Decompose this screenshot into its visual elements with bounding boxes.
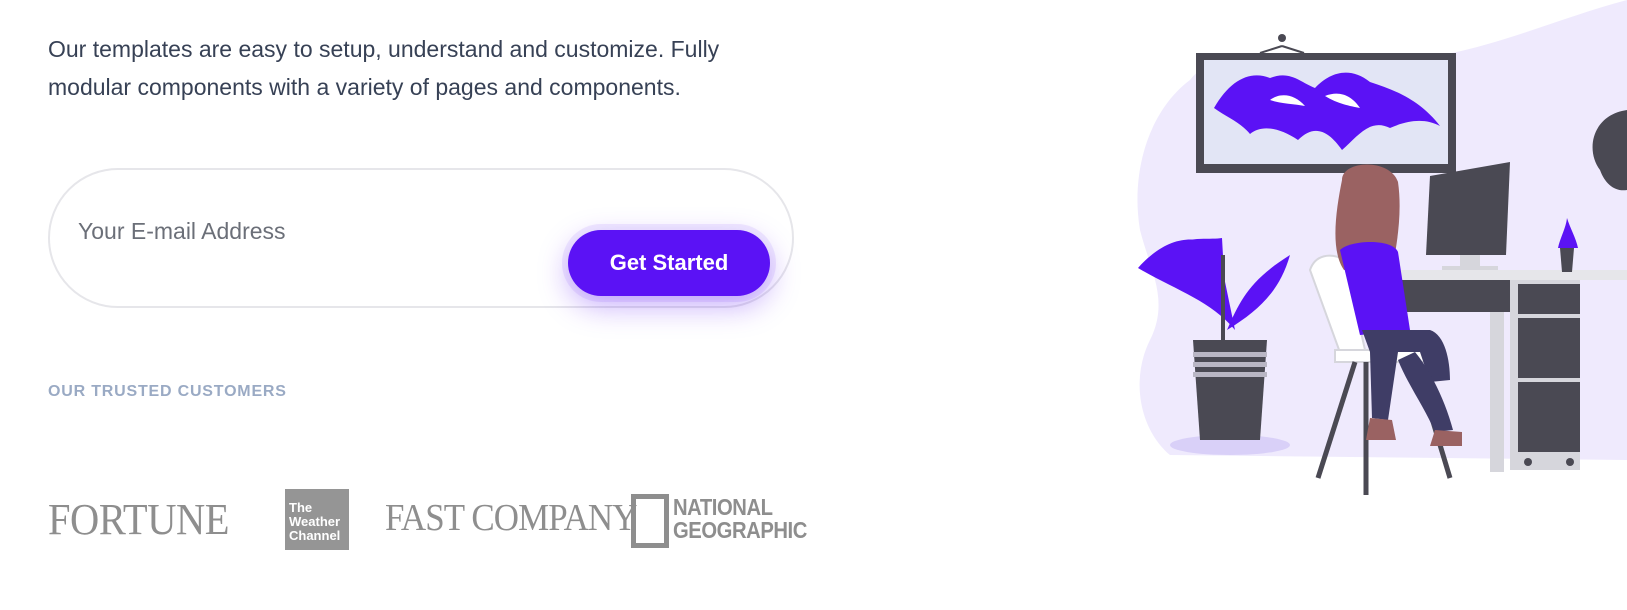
fortune-logo: FORTUNE (48, 495, 230, 544)
weather-logo-line: Weather (289, 514, 341, 529)
get-started-button[interactable]: Get Started (568, 230, 770, 296)
hero-description: Our templates are easy to setup, underst… (48, 36, 720, 100)
national-geographic-logo: NATIONAL GEOGRAPHIC (673, 496, 807, 542)
weather-channel-logo: The Weather Channel (285, 489, 349, 550)
natgeo-logo-line: GEOGRAPHIC (673, 517, 807, 543)
email-input[interactable] (76, 208, 500, 254)
fast-company-logo: FAST COMPANY (385, 497, 638, 539)
weather-logo-line: Channel (289, 528, 341, 543)
natgeo-logo-line: NATIONAL (673, 494, 773, 520)
trusted-customers-heading: OUR TRUSTED CUSTOMERS (48, 383, 287, 400)
woman-at-desk-illustration (1137, 0, 1627, 495)
email-signup-form: Get Started (48, 168, 794, 308)
weather-logo-line: The (289, 500, 313, 515)
national-geographic-frame-icon (631, 494, 669, 548)
